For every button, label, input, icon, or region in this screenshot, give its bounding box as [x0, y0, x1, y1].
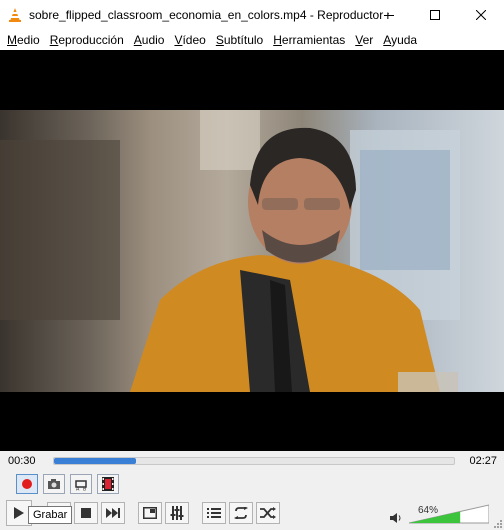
menu-subtitulo[interactable]: Subtítulo	[211, 30, 268, 50]
resize-grip-icon[interactable]	[492, 518, 502, 528]
playlist-icon	[207, 508, 221, 518]
volume-percent: 64%	[418, 505, 439, 516]
window-title: sobre_flipped_classroom_economia_en_colo…	[29, 8, 389, 22]
play-icon	[14, 507, 24, 519]
playlist-button[interactable]	[202, 502, 226, 524]
loop-button[interactable]	[229, 502, 253, 524]
shuffle-button[interactable]	[256, 502, 280, 524]
fullscreen-button[interactable]	[138, 502, 162, 524]
stop-icon	[81, 508, 91, 518]
video-frame-image	[0, 110, 460, 392]
extended-settings-button[interactable]	[165, 502, 189, 524]
loop-ab-icon: AB	[75, 480, 87, 491]
close-button[interactable]	[458, 0, 504, 30]
next-button[interactable]	[101, 502, 125, 524]
maximize-button[interactable]	[412, 0, 458, 30]
shuffle-icon	[260, 507, 276, 519]
film-frame-icon	[102, 477, 114, 491]
menu-reproduccion[interactable]: Reproducción	[45, 30, 129, 50]
speaker-icon[interactable]	[389, 511, 403, 525]
minimize-icon	[384, 15, 394, 16]
menu-herramientas[interactable]: Herramientas	[268, 30, 350, 50]
title-bar: sobre_flipped_classroom_economia_en_colo…	[0, 0, 504, 30]
menu-ayuda[interactable]: Ayuda	[378, 30, 422, 50]
seek-progress	[54, 458, 136, 464]
menu-bar: Medio Reproducción Audio Vídeo Subtítulo…	[0, 30, 504, 50]
total-time: 02:27	[469, 455, 497, 467]
loop-icon	[234, 507, 248, 519]
close-icon	[476, 10, 486, 20]
maximize-icon	[430, 10, 440, 20]
camera-icon	[48, 479, 60, 489]
tooltip: Grabar	[28, 506, 73, 524]
next-icon	[106, 508, 120, 518]
video-display[interactable]	[0, 50, 504, 451]
elapsed-time: 00:30	[8, 455, 36, 467]
record-icon	[22, 479, 32, 489]
menu-medio[interactable]: Medio	[2, 30, 45, 50]
seek-row: 00:30 02:27	[0, 451, 504, 471]
menu-audio[interactable]: Audio	[129, 30, 170, 50]
snapshot-button[interactable]	[43, 474, 65, 494]
loop-ab-button[interactable]: AB	[70, 474, 92, 494]
frame-step-button[interactable]	[97, 474, 119, 494]
equalizer-icon	[170, 506, 184, 520]
seek-bar[interactable]	[53, 457, 455, 465]
menu-video[interactable]: Vídeo	[169, 30, 210, 50]
video-frame	[0, 110, 504, 392]
menu-ver[interactable]: Ver	[350, 30, 378, 50]
record-button[interactable]	[16, 474, 38, 494]
vlc-cone-icon	[9, 8, 21, 22]
fullscreen-icon	[143, 507, 157, 519]
stop-button[interactable]	[74, 502, 98, 524]
minimize-button[interactable]	[366, 0, 412, 30]
